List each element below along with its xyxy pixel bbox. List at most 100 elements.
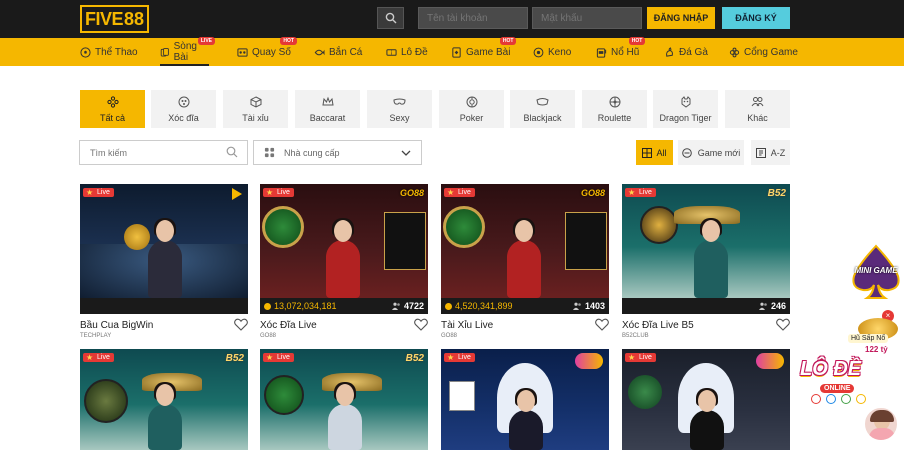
nav-item-game-portal[interactable]: Cổng Game [729,38,798,66]
card-icon [536,97,549,105]
game-provider: B52CLUB [622,333,649,339]
lottery-balls [808,394,868,406]
nav-item-fishing[interactable]: Bắn Cá [313,38,362,66]
game-card[interactable]: GO88 Live 13,072,034,181 4722 Xóc Đĩa Li… [260,184,428,339]
category-xoc-dia[interactable]: Xóc đĩa [151,90,216,128]
game-card[interactable]: Live [441,349,609,450]
nav-item-lode[interactable]: Lô Đề [386,38,428,66]
nav-label: Thể Thao [95,46,138,58]
card-game-icon [452,46,461,58]
search-icon[interactable] [226,146,238,158]
category-label: Xóc đĩa [168,112,199,123]
b52-logo: B52 [225,353,244,364]
nav-item-card-games[interactable]: Game Bài HOT [451,37,517,66]
password-input[interactable] [532,7,642,29]
lottery-icon [237,47,248,57]
category-label: Baccarat [309,112,346,123]
mini-game-widget[interactable]: MINI GAME [849,244,903,300]
category-all[interactable]: Tất cả [80,90,145,128]
lode-promo-widget[interactable]: × Hũ Sấp Nổ 122 tỷ LÔ ĐỀ ONLINE [796,310,904,412]
game-thumbnail[interactable]: GO88 Live [441,184,609,298]
category-tai-xiu[interactable]: Tài xỉu [223,90,288,128]
live-badge: Live [625,353,656,362]
category-label: Tài xỉu [242,112,269,123]
game-thumbnail[interactable]: Live [80,184,248,298]
nav-label: Đá Gà [679,46,708,58]
heart-icon[interactable] [234,318,248,331]
grid-icon [642,147,653,158]
mini-game-label: MINI GAME [854,266,898,275]
provider-label: Nhà cung cấp [284,147,340,158]
game-card[interactable]: Live [622,349,790,450]
logo-text: FIVE [85,8,124,29]
username-input[interactable] [418,7,528,29]
nav-item-casino[interactable]: Sòng Bài LIVE [160,37,215,66]
category-roulette[interactable]: Roulette [582,90,647,128]
live-badge: Live [444,188,475,197]
player-count: 4722 [403,301,424,311]
chevron-down-icon [401,150,411,156]
game-card[interactable]: B52 Live [260,349,428,450]
game-card[interactable]: Live Bầu Cua BigWin TECHPLAY [80,184,248,339]
nav-item-lottery[interactable]: Quay Số HOT [237,37,297,66]
hot-badge: HOT [499,37,517,45]
filter-az-button[interactable]: A-Z [751,140,790,165]
nav-label: Quay Số [252,46,291,58]
nav-item-sports[interactable]: Thể Thao [80,38,138,66]
game-search-input[interactable] [79,140,248,165]
coin-icon [445,302,452,310]
live-badge: Live [83,353,114,362]
site-logo[interactable]: FIVE 88 [80,5,150,33]
game-card[interactable]: B52 Live [80,349,248,450]
game-title: Bầu Cua BigWin [80,320,154,331]
grid-icon [264,147,275,158]
category-poker[interactable]: Poker [439,90,504,128]
game-card[interactable]: B52 Live 246 Xóc Đĩa Live B5 B52CLUB [622,184,790,339]
game-stats: 246 [622,298,790,314]
category-label: Sexy [389,112,410,123]
filter-new-games-button[interactable]: Game mới [678,140,744,165]
register-button[interactable]: ĐĂNG KÝ [722,7,790,29]
category-label: Khác [747,112,768,123]
live-badge: Live [83,188,114,197]
live-badge: Live [263,188,294,197]
players-icon [758,302,767,310]
mask-icon [393,98,406,105]
category-dragon-tiger[interactable]: Dragon Tiger [653,90,718,128]
live-badge: Live [263,353,294,362]
portal-icon [729,47,740,57]
heart-icon[interactable] [776,318,790,331]
hot-badge: HOT [280,37,297,45]
support-avatar[interactable] [863,406,899,442]
game-thumbnail[interactable]: Live [622,349,790,450]
nav-item-slots[interactable]: Nổ Hũ HOT [596,37,646,66]
game-thumbnail[interactable]: B52 Live [80,349,248,450]
category-baccarat[interactable]: Baccarat [295,90,360,128]
game-thumbnail[interactable]: B52 Live [260,349,428,450]
nav-item-keno[interactable]: Keno [533,38,571,66]
game-card[interactable]: GO88 Live 4,520,341,899 1403 Tài Xỉu Liv… [441,184,609,339]
b52-logo: B52 [767,188,786,199]
category-label: Blackjack [523,112,562,123]
filter-all-button[interactable]: All [636,140,673,165]
login-button[interactable]: ĐĂNG NHẬP [647,7,715,29]
keno-icon [533,47,544,57]
game-thumbnail[interactable]: B52 Live [622,184,790,298]
search-button[interactable] [377,7,404,29]
provider-select[interactable]: Nhà cung cấp [253,140,422,165]
go88-logo: GO88 [399,188,424,198]
heart-icon[interactable] [595,318,609,331]
game-title: Xóc Đĩa Live B5 [622,320,694,331]
game-thumbnail[interactable]: Live [441,349,609,450]
game-thumbnail[interactable]: GO88 Live [260,184,428,298]
nav-item-cockfight[interactable]: Đá Gà [664,38,708,66]
player-count: 1403 [584,301,605,311]
category-sexy[interactable]: Sexy [367,90,432,128]
category-blackjack[interactable]: Blackjack [510,90,575,128]
heart-icon[interactable] [414,318,428,331]
go88-logo: GO88 [580,188,605,198]
slot-machine-icon [596,47,607,58]
game-provider: TECHPLAY [80,333,112,339]
game-title: Tài Xỉu Live [441,320,494,331]
category-other[interactable]: Khác [725,90,790,128]
